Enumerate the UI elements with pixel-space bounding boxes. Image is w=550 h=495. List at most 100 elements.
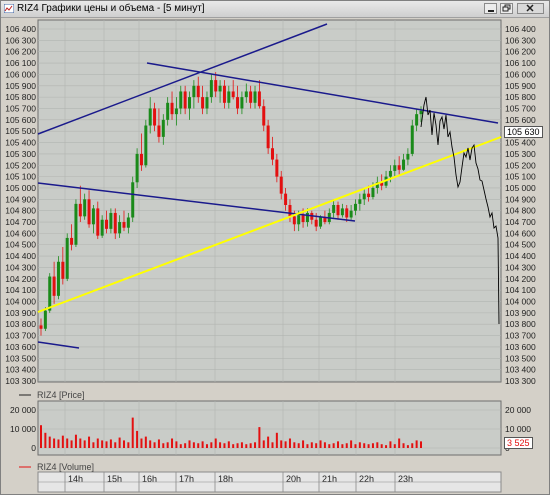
volume-bar <box>127 442 130 448</box>
volume-legend-label: RIZ4 [Volume] <box>37 462 95 472</box>
volume-bar <box>92 442 95 448</box>
price-tick-label-left: 104 300 <box>5 262 36 272</box>
candle-body <box>148 108 152 126</box>
candle-body <box>188 97 192 109</box>
volume-bar <box>44 432 47 448</box>
candle-body <box>249 91 253 103</box>
candle-body <box>371 187 375 198</box>
volume-bar <box>118 437 121 448</box>
chart-window: RIZ4 Графики цены и объема - [5 минут] 1… <box>0 0 550 495</box>
candle-body <box>270 148 274 160</box>
price-tick-label-left: 104 700 <box>5 217 36 227</box>
close-button[interactable] <box>517 3 544 14</box>
price-tick-label-right: 106 400 <box>505 24 536 34</box>
candle-body <box>39 325 43 329</box>
price-tick-label-left: 105 200 <box>5 160 36 170</box>
volume-bar <box>122 440 125 448</box>
candle-body <box>122 222 126 228</box>
price-tick-label-left: 104 400 <box>5 251 36 261</box>
volume-bar <box>232 444 235 448</box>
candle-body <box>205 97 209 109</box>
candle-body <box>332 205 336 213</box>
price-tick-label-left: 105 600 <box>5 115 36 125</box>
time-tick-label: 20h <box>286 474 301 484</box>
price-tick-label-right: 104 300 <box>505 262 536 272</box>
price-tick-label-left: 104 800 <box>5 206 36 216</box>
volume-bar <box>245 444 248 448</box>
price-tick-label-right: 104 700 <box>505 217 536 227</box>
candle-body <box>358 199 362 204</box>
volume-bar <box>358 442 361 448</box>
volume-bar <box>258 427 261 448</box>
candle-body <box>397 165 401 170</box>
candle-body <box>83 199 87 217</box>
price-tick-label-right: 104 600 <box>505 228 536 238</box>
volume-bar <box>83 440 86 448</box>
price-tick-label-left: 103 700 <box>5 331 36 341</box>
volume-bar <box>376 442 379 448</box>
candle-body <box>100 219 104 236</box>
time-tick-label: 22h <box>359 474 374 484</box>
price-tick-label-right: 105 200 <box>505 160 536 170</box>
price-tick-label-right: 106 100 <box>505 58 536 68</box>
candle-body <box>43 310 47 329</box>
candle-body <box>174 108 178 115</box>
candle-body <box>402 159 406 170</box>
minimize-button[interactable] <box>484 3 497 14</box>
price-tick-label-right: 103 400 <box>505 365 536 375</box>
volume-bar <box>114 442 117 448</box>
price-tick-label-right: 103 700 <box>505 331 536 341</box>
candle-body <box>275 159 279 177</box>
time-tick-label: 15h <box>107 474 122 484</box>
window-title: RIZ4 Графики цены и объема - [5 минут] <box>17 3 205 14</box>
price-tick-label-left: 103 500 <box>5 353 36 363</box>
volume-bar <box>184 443 187 448</box>
volume-bar <box>61 435 64 448</box>
price-tick-label-right: 104 100 <box>505 285 536 295</box>
volume-bar <box>188 440 191 448</box>
price-legend-label: RIZ4 [Price] <box>37 390 85 400</box>
volume-bar <box>210 442 213 448</box>
volume-bar <box>306 444 309 448</box>
volume-bar <box>323 442 326 448</box>
candle-body <box>153 108 157 126</box>
volume-bar <box>262 440 265 448</box>
candle-body <box>410 125 414 154</box>
price-tick-label-right: 103 500 <box>505 353 536 363</box>
price-tick-label-right: 106 200 <box>505 47 536 57</box>
volume-axis-left: 20 000 10 000 0 <box>10 405 36 453</box>
price-tick-label-left: 105 500 <box>5 126 36 136</box>
volume-bar <box>319 440 322 448</box>
candle-body <box>345 208 349 218</box>
candle-body <box>105 219 109 229</box>
time-tick-label: 16h <box>142 474 157 484</box>
candle-body <box>61 261 65 279</box>
volume-bar <box>136 430 139 448</box>
volume-bar <box>275 432 278 448</box>
candle-body <box>419 110 423 115</box>
volume-bar <box>153 442 156 448</box>
candle-body <box>388 170 392 177</box>
volume-bar <box>337 441 340 448</box>
volume-bar <box>109 439 112 448</box>
volume-tick-label-right: 20 000 <box>505 405 531 415</box>
volume-bar <box>79 438 82 448</box>
volume-bar <box>393 444 396 448</box>
volume-bar <box>179 444 182 448</box>
candle-body <box>406 153 410 160</box>
candle-body <box>209 80 213 98</box>
restore-button[interactable] <box>500 3 513 14</box>
candle-body <box>305 212 309 223</box>
candle-body <box>262 106 266 126</box>
volume-bar <box>144 436 147 448</box>
volume-bar <box>271 442 274 448</box>
volume-bar <box>140 438 143 448</box>
volume-bar <box>310 442 313 448</box>
candle-body <box>367 193 371 198</box>
volume-bar <box>420 441 422 448</box>
candle-body <box>157 125 161 137</box>
candle-body <box>266 125 270 149</box>
volume-bar <box>249 443 252 448</box>
volume-bar <box>57 439 60 448</box>
candle-body <box>87 199 91 225</box>
